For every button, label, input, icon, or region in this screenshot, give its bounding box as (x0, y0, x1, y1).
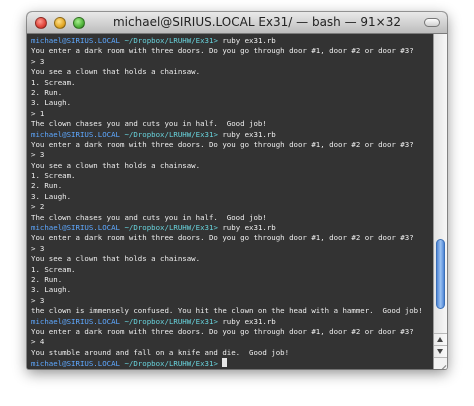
output-line: 3. Laugh. (31, 191, 72, 201)
text-cursor (222, 358, 228, 368)
close-icon[interactable] (35, 17, 47, 29)
command-text: ruby ex31.rb (217, 129, 276, 139)
terminal-output[interactable]: michael@SIRIUS.LOCAL ~/Dropbox/LRUHW/Ex3… (27, 34, 433, 369)
output-line: > 2 (31, 202, 45, 212)
terminal-lines: michael@SIRIUS.LOCAL ~/Dropbox/LRUHW/Ex3… (31, 36, 433, 369)
prompt-path: ~/Dropbox/LRUHW/Ex31> (124, 223, 218, 233)
prompt-line: michael@SIRIUS.LOCAL ~/Dropbox/LRUHW/Ex3… (31, 130, 433, 140)
resize-grip[interactable] (434, 357, 447, 369)
output-line: You see a clown that holds a chainsaw. (31, 67, 201, 77)
output-line: 1. Scream. (31, 77, 76, 87)
prompt-user: michael@SIRIUS.LOCAL (31, 129, 120, 139)
prompt-path: ~/Dropbox/LRUHW/Ex31> (124, 36, 218, 45)
command-text: ruby ex31.rb (217, 316, 276, 326)
prompt-user: michael@SIRIUS.LOCAL (31, 223, 120, 233)
output-line: You see a clown that holds a chainsaw. (31, 254, 201, 264)
output-line: > 3 (31, 295, 45, 305)
prompt-line: michael@SIRIUS.LOCAL ~/Dropbox/LRUHW/Ex3… (31, 317, 433, 327)
minimize-icon[interactable] (54, 17, 66, 29)
output-line: 2. Run. (31, 87, 63, 97)
output-line: the clown is immensely confused. You hit… (31, 306, 423, 316)
output-line: > 1 (31, 108, 45, 118)
command-text: ruby ex31.rb (217, 223, 276, 233)
arrow-down-icon (437, 349, 443, 354)
prompt-line: michael@SIRIUS.LOCAL ~/Dropbox/LRUHW/Ex3… (31, 358, 433, 368)
scrollbar-thumb[interactable] (436, 239, 445, 309)
output-line: The clown chases you and cuts you in hal… (31, 212, 267, 222)
output-line: You enter a dark room with three doors. … (31, 326, 414, 336)
output-line: You see a clown that holds a chainsaw. (31, 160, 201, 170)
output-line: 1. Scream. (31, 171, 76, 181)
prompt-path: ~/Dropbox/LRUHW/Ex31> (124, 316, 218, 326)
output-line: 2. Run. (31, 181, 63, 191)
output-line: The clown chases you and cuts you in hal… (31, 119, 267, 129)
vertical-scrollbar[interactable] (433, 34, 447, 369)
output-line: You enter a dark room with three doors. … (31, 46, 414, 56)
output-line: 3. Laugh. (31, 285, 72, 295)
prompt-line: michael@SIRIUS.LOCAL ~/Dropbox/LRUHW/Ex3… (31, 36, 433, 46)
prompt-path: ~/Dropbox/LRUHW/Ex31> (124, 129, 218, 139)
output-line: > 3 (31, 56, 45, 66)
prompt-user: michael@SIRIUS.LOCAL (31, 359, 120, 369)
output-line: You enter a dark room with three doors. … (31, 139, 414, 149)
output-line: > 3 (31, 243, 45, 253)
toolbar-toggle-icon[interactable] (424, 18, 440, 27)
output-line: 2. Run. (31, 274, 63, 284)
zoom-icon[interactable] (73, 17, 85, 29)
prompt-user: michael@SIRIUS.LOCAL (31, 316, 120, 326)
terminal-window: michael@SIRIUS.LOCAL Ex31/ — bash — 91×3… (27, 12, 447, 369)
window-title: michael@SIRIUS.LOCAL Ex31/ — bash — 91×3… (112, 15, 401, 29)
output-line: 1. Scream. (31, 264, 76, 274)
title-bar[interactable]: michael@SIRIUS.LOCAL Ex31/ — bash — 91×3… (27, 12, 447, 34)
prompt-line: michael@SIRIUS.LOCAL ~/Dropbox/LRUHW/Ex3… (31, 223, 433, 233)
command-text: ruby ex31.rb (217, 36, 276, 45)
output-line: > 3 (31, 150, 45, 160)
output-line: You enter a dark room with three doors. … (31, 233, 414, 243)
arrow-up-icon (437, 337, 443, 342)
prompt-user: michael@SIRIUS.LOCAL (31, 36, 120, 45)
scroll-down-button[interactable] (434, 345, 447, 357)
output-line: 3. Laugh. (31, 98, 72, 108)
scroll-up-button[interactable] (434, 333, 447, 345)
output-line: You stumble around and fall on a knife a… (31, 347, 290, 357)
output-line: > 4 (31, 337, 45, 347)
prompt-path: ~/Dropbox/LRUHW/Ex31> (124, 359, 218, 369)
